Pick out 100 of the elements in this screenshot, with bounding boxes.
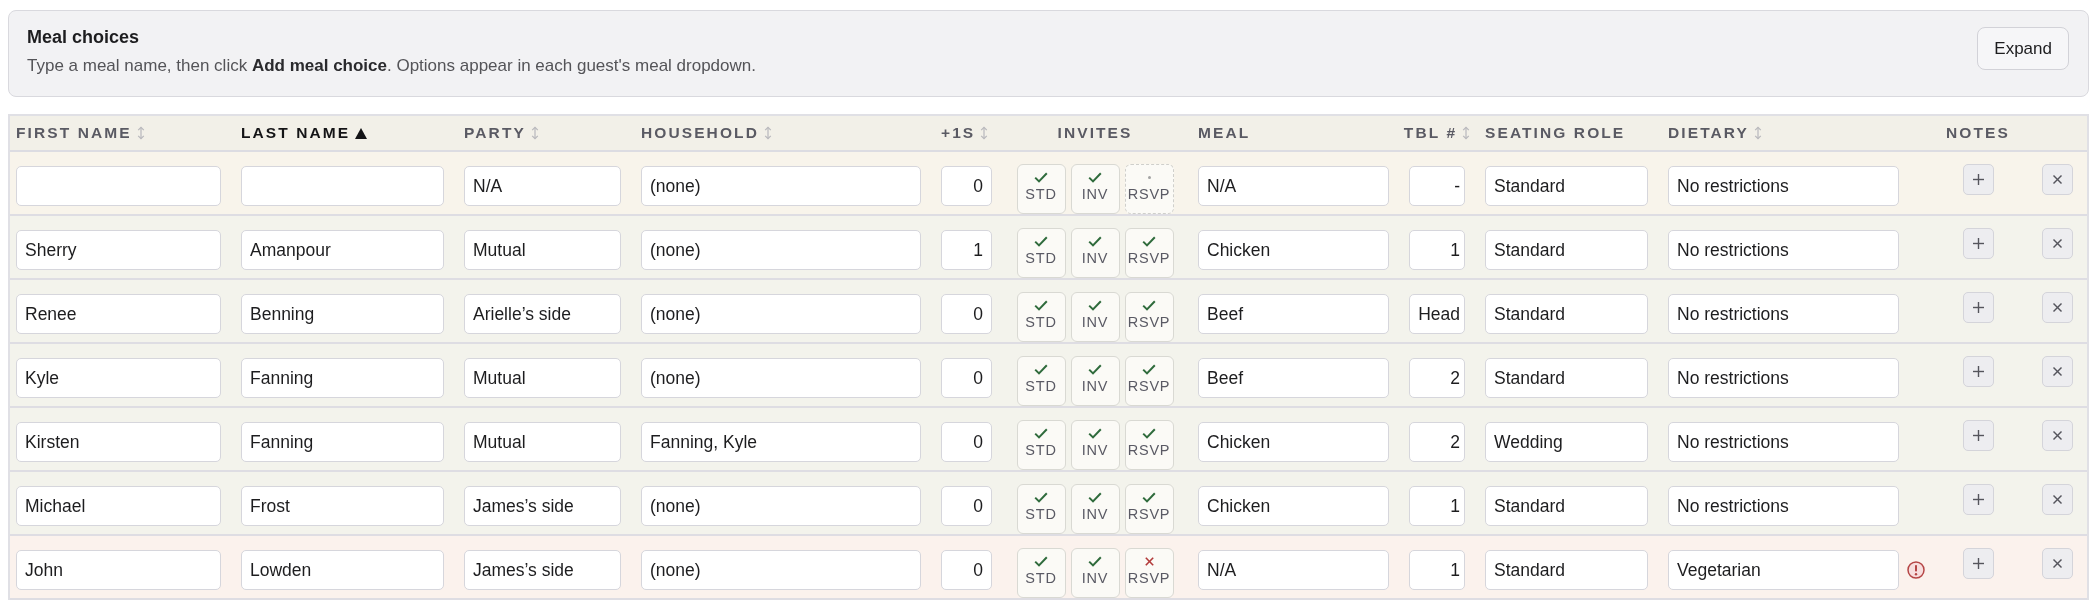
meal-field[interactable]: Chicken (1198, 230, 1389, 270)
household-field[interactable]: (none) (641, 550, 921, 590)
plus-ones-field[interactable]: 0 (941, 550, 992, 590)
invite-toggle[interactable]: RSVP (1124, 292, 1174, 342)
household-field[interactable]: Fanning, Kyle (641, 422, 921, 462)
meal-field[interactable]: Chicken (1198, 486, 1389, 526)
invite-toggle[interactable]: INV (1070, 292, 1120, 342)
household-field[interactable]: (none) (641, 294, 921, 334)
meal-field[interactable]: N/A (1198, 166, 1389, 206)
table-number-field[interactable]: Head (1409, 294, 1465, 334)
first-name-field[interactable] (16, 166, 221, 206)
delete-row-button[interactable] (2042, 356, 2073, 387)
delete-row-button[interactable] (2042, 164, 2073, 195)
invite-toggle[interactable]: RSVP (1124, 164, 1174, 214)
first-name-field[interactable]: Kirsten (16, 422, 221, 462)
invite-toggle[interactable]: RSVP (1124, 484, 1174, 534)
table-number-field[interactable]: 1 (1409, 230, 1465, 270)
party-field[interactable]: Mutual (464, 422, 621, 462)
household-field[interactable]: (none) (641, 358, 921, 398)
column-header[interactable]: DIETARY (1668, 124, 1762, 142)
column-header[interactable]: TBL # (1403, 124, 1471, 142)
party-field[interactable]: James’s side (464, 550, 621, 590)
seating-role-field[interactable]: Standard (1485, 358, 1648, 398)
dietary-field[interactable]: Vegetarian (1668, 550, 1899, 590)
seating-role-field[interactable]: Standard (1485, 486, 1648, 526)
delete-row-button[interactable] (2042, 292, 2073, 323)
last-name-field[interactable] (241, 166, 444, 206)
seating-role-field[interactable]: Standard (1485, 230, 1648, 270)
column-header[interactable]: LAST NAME (241, 124, 368, 142)
table-number-field[interactable]: - (1409, 166, 1465, 206)
add-note-button[interactable] (1962, 356, 1994, 387)
last-name-field[interactable]: Frost (241, 486, 444, 526)
party-field[interactable]: N/A (464, 166, 621, 206)
household-field[interactable]: (none) (641, 486, 921, 526)
household-field[interactable]: (none) (641, 166, 921, 206)
invite-toggle[interactable]: STD (1016, 548, 1066, 598)
invite-toggle[interactable]: RSVP (1124, 420, 1174, 470)
first-name-field[interactable]: John (16, 550, 221, 590)
seating-role-field[interactable]: Standard (1485, 294, 1648, 334)
seating-role-field[interactable]: Standard (1485, 550, 1648, 590)
party-field[interactable]: Arielle’s side (464, 294, 621, 334)
meal-field[interactable]: N/A (1198, 550, 1389, 590)
seating-role-field[interactable]: Standard (1485, 166, 1648, 206)
meal-field[interactable]: Chicken (1198, 422, 1389, 462)
last-name-field[interactable]: Benning (241, 294, 444, 334)
invite-toggle[interactable]: RSVP (1124, 228, 1174, 278)
plus-ones-field[interactable]: 0 (941, 294, 992, 334)
plus-ones-field[interactable]: 0 (941, 422, 992, 462)
meal-field[interactable]: Beef (1198, 358, 1389, 398)
first-name-field[interactable]: Renee (16, 294, 221, 334)
dietary-field[interactable]: No restrictions (1668, 358, 1899, 398)
add-note-button[interactable] (1962, 484, 1994, 515)
delete-row-button[interactable] (2042, 548, 2073, 579)
delete-row-button[interactable] (2042, 228, 2073, 259)
dietary-field[interactable]: No restrictions (1668, 486, 1899, 526)
invite-toggle[interactable]: INV (1070, 420, 1120, 470)
household-field[interactable]: (none) (641, 230, 921, 270)
plus-ones-field[interactable]: 0 (941, 486, 992, 526)
dietary-field[interactable]: No restrictions (1668, 166, 1899, 206)
party-field[interactable]: James’s side (464, 486, 621, 526)
invite-toggle[interactable]: STD (1016, 228, 1066, 278)
invite-toggle[interactable]: STD (1016, 164, 1066, 214)
invite-toggle[interactable]: STD (1016, 356, 1066, 406)
add-note-button[interactable] (1962, 420, 1994, 451)
add-note-button[interactable] (1962, 548, 1994, 579)
table-number-field[interactable]: 2 (1409, 422, 1465, 462)
party-field[interactable]: Mutual (464, 358, 621, 398)
first-name-field[interactable]: Michael (16, 486, 221, 526)
invite-toggle[interactable]: STD (1016, 292, 1066, 342)
invite-toggle[interactable]: INV (1070, 548, 1120, 598)
invite-toggle[interactable]: INV (1070, 484, 1120, 534)
invite-toggle[interactable]: INV (1070, 356, 1120, 406)
table-number-field[interactable]: 1 (1409, 486, 1465, 526)
add-note-button[interactable] (1962, 164, 1994, 195)
dietary-field[interactable]: No restrictions (1668, 422, 1899, 462)
first-name-field[interactable]: Kyle (16, 358, 221, 398)
add-note-button[interactable] (1962, 228, 1994, 259)
delete-row-button[interactable] (2042, 484, 2073, 515)
dietary-field[interactable]: No restrictions (1668, 294, 1899, 334)
first-name-field[interactable]: Sherry (16, 230, 221, 270)
last-name-field[interactable]: Amanpour (241, 230, 444, 270)
invite-toggle[interactable]: INV (1070, 228, 1120, 278)
meal-field[interactable]: Beef (1198, 294, 1389, 334)
invite-toggle[interactable]: STD (1016, 484, 1066, 534)
column-header[interactable]: +1S (941, 124, 989, 142)
column-header[interactable]: HOUSEHOLD (641, 124, 772, 142)
last-name-field[interactable]: Fanning (241, 358, 444, 398)
table-number-field[interactable]: 1 (1409, 550, 1465, 590)
invite-toggle[interactable]: RSVP (1124, 356, 1174, 406)
invite-toggle[interactable]: INV (1070, 164, 1120, 214)
invite-toggle[interactable]: STD (1016, 420, 1066, 470)
dietary-field[interactable]: No restrictions (1668, 230, 1899, 270)
delete-row-button[interactable] (2042, 420, 2073, 451)
last-name-field[interactable]: Lowden (241, 550, 444, 590)
invite-toggle[interactable]: RSVP (1124, 548, 1174, 598)
last-name-field[interactable]: Fanning (241, 422, 444, 462)
plus-ones-field[interactable]: 0 (941, 166, 992, 206)
expand-button[interactable]: Expand (1977, 27, 2069, 70)
plus-ones-field[interactable]: 0 (941, 358, 992, 398)
add-note-button[interactable] (1962, 292, 1994, 323)
